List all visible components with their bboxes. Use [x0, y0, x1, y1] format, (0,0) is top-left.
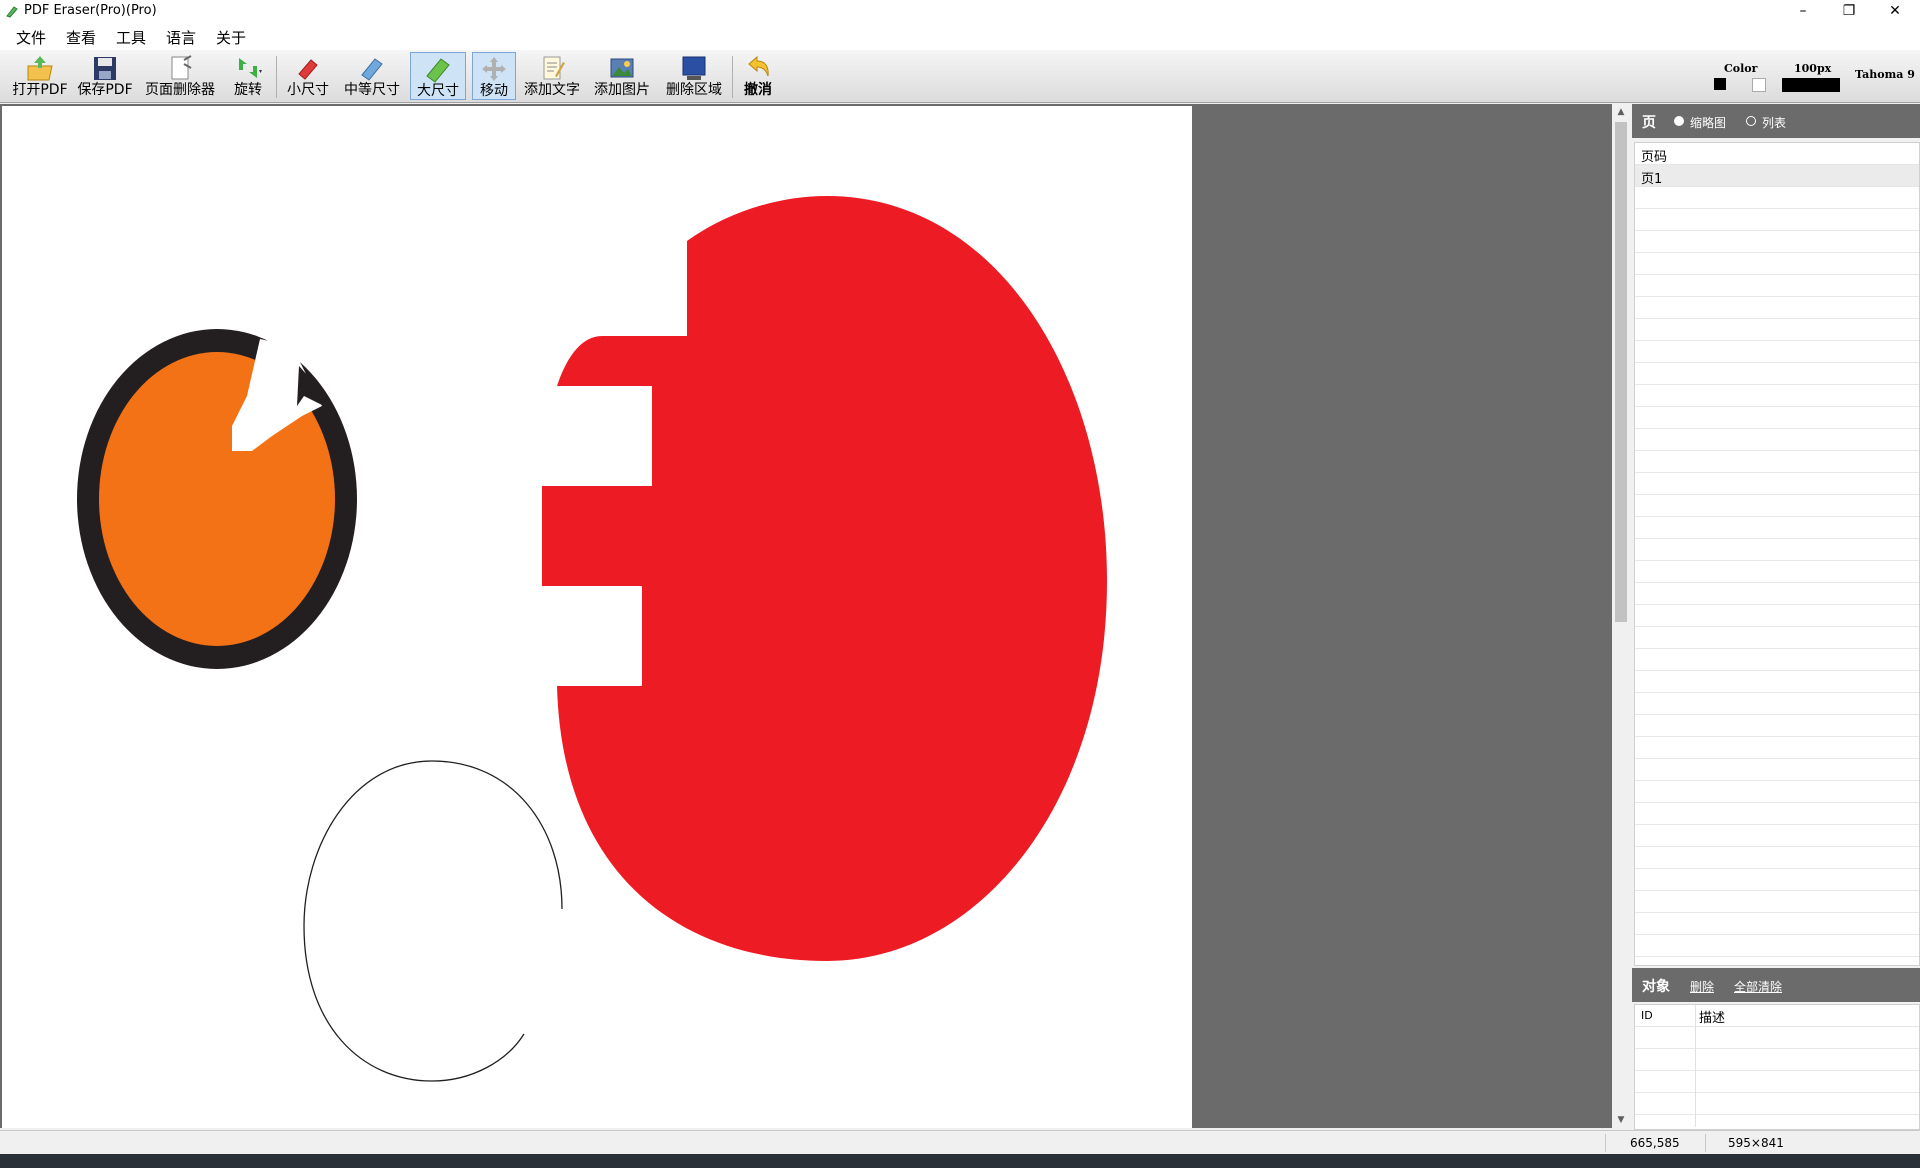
os-taskbar — [0, 1154, 1920, 1168]
pages-panel-header: 页 缩略图 列表 — [1632, 104, 1920, 138]
close-button[interactable]: ✕ — [1872, 0, 1918, 24]
small-size-button[interactable]: 小尺寸 — [282, 52, 334, 100]
save-pdf-button[interactable]: 保存PDF — [76, 52, 134, 100]
pages-panel-title: 页 — [1642, 115, 1656, 131]
thumbnail-option-label[interactable]: 缩略图 — [1690, 114, 1726, 131]
large-size-button[interactable]: 大尺寸 — [410, 52, 466, 100]
page-size-readout: 595×841 — [1728, 1136, 1784, 1150]
status-divider — [1605, 1134, 1606, 1152]
save-pdf-label: 保存PDF — [77, 82, 133, 98]
outline-ellipse-shape — [303, 760, 563, 1082]
pages-list[interactable]: 页码 页1 — [1634, 142, 1920, 966]
menu-file[interactable]: 文件 — [16, 27, 46, 48]
add-text-button[interactable]: 添加文字 — [520, 52, 584, 100]
red-ellipse-shape — [542, 196, 1107, 961]
undo-icon — [748, 55, 769, 77]
size-preview-bar[interactable] — [1782, 78, 1840, 92]
page-remover-icon — [171, 55, 192, 80]
status-bar: 665,585 595×841 — [0, 1130, 1920, 1155]
toolbar: 打开PDF 保存PDF 页面删除器 旋转 小尺寸 中等尺寸 大尺寸 移动 添加文… — [0, 50, 1920, 103]
page-row-label: 页1 — [1641, 172, 1663, 187]
foreground-color-swatch[interactable] — [1714, 78, 1726, 90]
add-image-icon — [610, 58, 634, 78]
size-label: 100px — [1794, 62, 1832, 75]
color-label: Color — [1724, 62, 1758, 75]
objects-list[interactable]: ID 描述 — [1634, 1004, 1920, 1130]
open-pdf-label: 打开PDF — [12, 82, 68, 98]
scrollbar-thumb[interactable] — [1615, 122, 1627, 622]
move-arrows-icon — [482, 57, 506, 81]
add-text-icon — [543, 56, 565, 80]
description-column-header: 描述 — [1699, 1011, 1726, 1026]
undo-button[interactable]: 撤消 — [738, 52, 778, 100]
move-label: 移动 — [480, 83, 508, 99]
medium-eraser-icon — [361, 58, 383, 81]
restore-button[interactable]: ❐ — [1826, 0, 1872, 24]
delete-area-button[interactable]: 删除区域 — [662, 52, 726, 100]
column-divider — [1695, 1005, 1696, 1127]
toolbar-separator — [732, 56, 733, 98]
canvas-vertical-scrollbar[interactable]: ▲ ▼ — [1612, 104, 1630, 1128]
window-title: PDF Eraser(Pro)(Pro) — [24, 3, 157, 18]
pages-list-empty-rows — [1635, 187, 1919, 963]
menu-tools[interactable]: 工具 — [116, 27, 146, 48]
move-button[interactable]: 移动 — [472, 52, 516, 100]
menu-bar: 文件 查看 工具 语言 关于 — [0, 24, 1920, 50]
medium-size-label: 中等尺寸 — [344, 82, 400, 98]
page-remover-label: 页面删除器 — [145, 82, 215, 98]
medium-size-button[interactable]: 中等尺寸 — [340, 52, 404, 100]
page-remover-button[interactable]: 页面删除器 — [140, 52, 220, 100]
rotate-icon — [239, 58, 262, 78]
page-number-column-header: 页码 — [1641, 150, 1668, 165]
delete-area-icon — [682, 56, 706, 80]
status-divider — [1705, 1134, 1706, 1152]
menu-language[interactable]: 语言 — [166, 27, 196, 48]
open-folder-icon — [27, 56, 53, 81]
small-size-label: 小尺寸 — [287, 82, 329, 98]
background-color-swatch[interactable] — [1752, 78, 1766, 92]
title-bar: PDF Eraser(Pro)(Pro) – ❐ ✕ — [0, 0, 1920, 24]
pdf-eraser-app-icon — [6, 6, 18, 18]
rotate-button[interactable]: 旋转 — [226, 52, 270, 100]
save-disk-icon — [94, 57, 116, 80]
undo-label: 撤消 — [744, 82, 772, 98]
add-text-label: 添加文字 — [524, 82, 580, 98]
add-image-label: 添加图片 — [594, 82, 650, 98]
list-radio[interactable] — [1746, 116, 1756, 126]
cursor-coordinates: 665,585 — [1630, 1136, 1680, 1150]
small-eraser-icon — [298, 59, 318, 80]
large-eraser-icon — [426, 58, 450, 83]
toolbar-separator — [276, 56, 277, 98]
objects-panel-title: 对象 — [1642, 979, 1670, 995]
pdf-page[interactable] — [2, 106, 1192, 1128]
open-pdf-button[interactable]: 打开PDF — [10, 52, 70, 100]
objects-list-empty-rows — [1635, 1027, 1919, 1127]
page-drawing — [77, 196, 1107, 1082]
rotate-label: 旋转 — [234, 82, 262, 98]
add-image-button[interactable]: 添加图片 — [590, 52, 654, 100]
objects-list-header-row: ID 描述 — [1635, 1005, 1919, 1027]
scroll-down-icon[interactable]: ▼ — [1612, 1112, 1630, 1128]
id-column-header: ID — [1641, 1009, 1653, 1022]
document-canvas-area[interactable] — [0, 104, 1612, 1128]
delete-area-label: 删除区域 — [666, 82, 722, 98]
minimize-button[interactable]: – — [1780, 0, 1826, 24]
delete-object-link[interactable]: 删除 — [1690, 978, 1714, 995]
list-option-label[interactable]: 列表 — [1762, 114, 1786, 131]
clear-all-objects-link[interactable]: 全部清除 — [1734, 978, 1782, 995]
pages-list-header-row: 页码 — [1635, 143, 1919, 165]
thumbnail-radio[interactable] — [1674, 116, 1684, 126]
menu-about[interactable]: 关于 — [216, 27, 246, 48]
page-row[interactable]: 页1 — [1635, 165, 1919, 187]
large-size-label: 大尺寸 — [417, 83, 459, 99]
objects-panel-header: 对象 删除 全部清除 — [1632, 968, 1920, 1002]
menu-view[interactable]: 查看 — [66, 27, 96, 48]
font-selector[interactable]: Tahoma 9 — [1855, 68, 1915, 81]
scroll-up-icon[interactable]: ▲ — [1612, 104, 1630, 120]
